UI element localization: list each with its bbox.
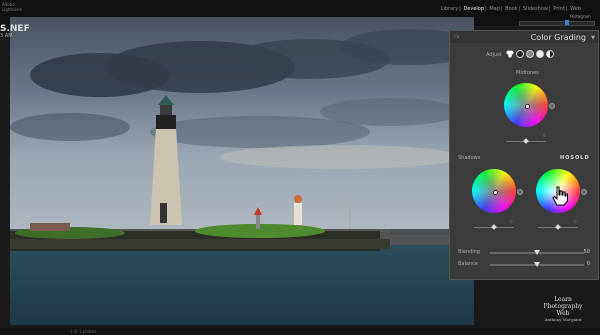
module-book[interactable]: Book <box>505 6 517 12</box>
balance-value[interactable]: 0 <box>587 261 590 267</box>
blending-knob[interactable] <box>534 250 540 255</box>
watermark-line: Learn <box>554 296 572 303</box>
midtones-hue-handle[interactable] <box>549 103 555 109</box>
highlights-label: HOSOLD <box>560 155 590 161</box>
highlights-value: 0 <box>574 219 577 224</box>
hand-cursor-icon <box>552 186 568 206</box>
lighthouse-photo <box>10 17 474 325</box>
panel-header[interactable]: Ca Color Grading ▼ <box>450 31 598 43</box>
midtones-value: 0 <box>543 133 546 138</box>
panel-title: Color Grading <box>530 33 586 42</box>
shadows-lum-knob[interactable] <box>491 224 497 230</box>
midtones-lum-knob[interactable] <box>523 138 529 144</box>
app-logo: Adobe Lightroom <box>2 2 22 12</box>
three-way-icon[interactable] <box>506 50 514 58</box>
midtones-wheel[interactable] <box>504 83 555 127</box>
histogram-bar <box>519 21 595 26</box>
watermark-line: Web <box>556 310 570 317</box>
adjust-mode-buttons <box>506 50 554 58</box>
filmstrip-status: 1 of 1 photos <box>70 329 97 334</box>
histogram-marker[interactable] <box>565 20 569 25</box>
collapse-icon[interactable]: ▼ <box>591 35 595 41</box>
midtones-mode-icon[interactable] <box>526 50 534 58</box>
module-map[interactable]: Map <box>489 6 500 12</box>
module-picker: Library| Develop| Map| Book| Slideshow| … <box>440 6 581 12</box>
shadows-value: 0 <box>510 219 513 224</box>
module-develop[interactable]: Develop <box>463 6 484 12</box>
global-mode-icon[interactable] <box>546 50 554 58</box>
histogram-label: Histogram <box>570 14 591 19</box>
highlights-lum-knob[interactable] <box>555 224 561 230</box>
logo-line: Lightroom <box>2 7 23 12</box>
blending-slider[interactable] <box>490 250 584 255</box>
shadows-lum-slider[interactable] <box>474 224 514 230</box>
highlights-mode-icon[interactable] <box>536 50 544 58</box>
adjust-label: Adjust <box>486 52 502 58</box>
panel-header-left: Ca <box>454 34 460 39</box>
watermark-line: Anthony Morganti <box>544 317 582 322</box>
watermark-line: Photography <box>543 303 583 310</box>
balance-knob[interactable] <box>534 262 540 267</box>
blending-label: Blending <box>458 249 480 255</box>
color-grading-panel: Ca Color Grading ▼ Adjust Midtones 0 Sha… <box>449 30 599 280</box>
module-library[interactable]: Library <box>441 6 458 12</box>
midtones-wheel-point[interactable] <box>524 103 530 109</box>
balance-slider[interactable] <box>490 262 584 267</box>
shadows-label: Shadows <box>458 155 481 161</box>
highlights-lum-slider[interactable] <box>538 224 578 230</box>
shadows-wheel[interactable] <box>472 169 523 213</box>
photo-preview[interactable] <box>10 17 474 325</box>
balance-label: Balance <box>458 261 478 267</box>
watermark-logo: Learn Photography Web Anthony Morganti <box>533 296 593 322</box>
module-slideshow[interactable]: Slideshow <box>523 6 548 12</box>
shadows-hue-handle[interactable] <box>517 189 523 195</box>
midtones-label: Midtones <box>516 70 539 76</box>
module-web[interactable]: Web <box>570 6 581 12</box>
blending-value[interactable]: 50 <box>584 249 590 255</box>
filmstrip-bar: 1 of 1 photos <box>0 328 600 335</box>
shadows-mode-icon[interactable] <box>516 50 524 58</box>
midtones-lum-slider[interactable] <box>506 138 546 144</box>
highlights-hue-handle[interactable] <box>581 189 587 195</box>
module-print[interactable]: Print <box>553 6 565 12</box>
shadows-wheel-point[interactable] <box>492 189 498 195</box>
file-subinfo: 3 AM <box>0 33 13 39</box>
histogram[interactable]: Histogram <box>517 14 595 26</box>
